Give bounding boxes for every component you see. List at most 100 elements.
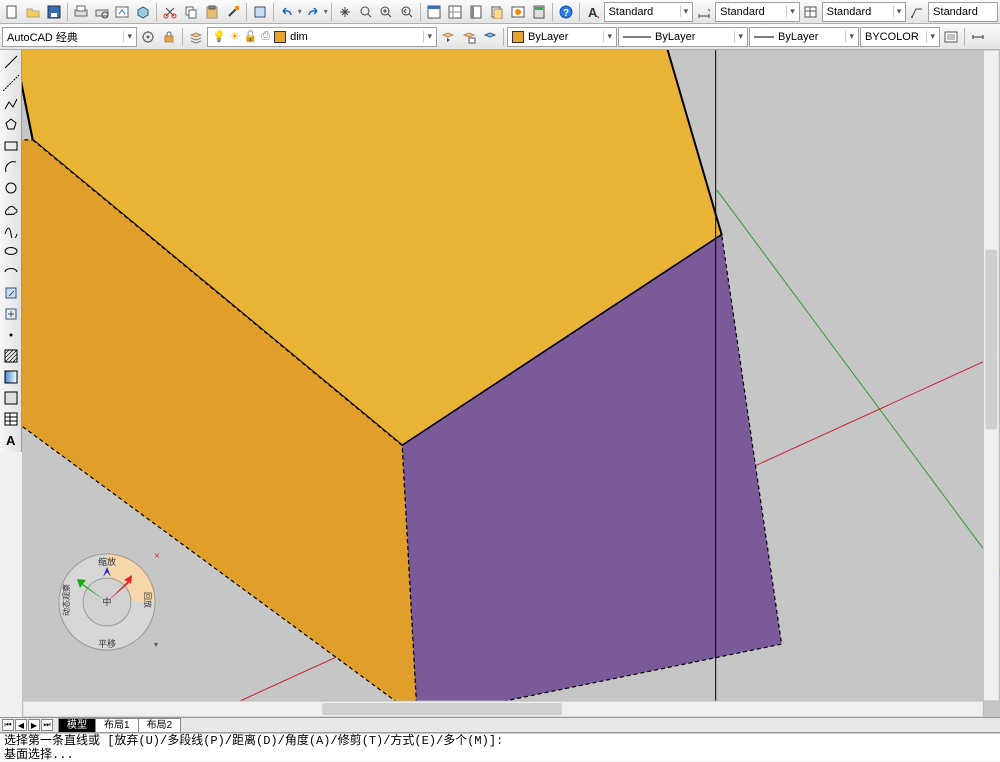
vertical-scrollbar-thumb[interactable]: [985, 250, 997, 430]
linetype-value: ByLayer: [655, 31, 695, 43]
viewport[interactable]: 缩放 平移 动态观察 回放 中 × ▾: [22, 50, 1000, 717]
horizontal-scrollbar-thumb[interactable]: [322, 703, 562, 715]
text-style-1-combo[interactable]: Standard▾: [604, 2, 694, 22]
tab-nav-prev[interactable]: ◀: [15, 719, 27, 731]
toolbar-separator: [420, 3, 421, 21]
table-style-icon[interactable]: [801, 2, 821, 22]
tool-palettes-button[interactable]: [466, 2, 486, 22]
layer-name: dim: [290, 31, 308, 43]
text-style-2-combo[interactable]: Standard▾: [715, 2, 800, 22]
text-style-2-value: Standard: [720, 6, 765, 18]
dim-style-icon[interactable]: [694, 2, 714, 22]
new-file-button[interactable]: [2, 2, 22, 22]
rectangle-tool[interactable]: [1, 136, 21, 156]
ellipse-tool[interactable]: [1, 241, 21, 261]
lineweight-value: ByLayer: [778, 31, 818, 43]
tab-model[interactable]: 模型: [58, 718, 96, 732]
copy-button[interactable]: [181, 2, 201, 22]
make-block-tool[interactable]: [1, 304, 21, 324]
match-properties-button[interactable]: [223, 2, 243, 22]
open-file-button[interactable]: [23, 2, 43, 22]
list-button[interactable]: [941, 27, 961, 47]
layer-isolate-button[interactable]: [480, 27, 500, 47]
insert-block-tool[interactable]: [1, 283, 21, 303]
tab-layout2[interactable]: 布局2: [138, 718, 182, 732]
publish-button[interactable]: [113, 2, 133, 22]
zoom-previous-button[interactable]: [397, 2, 417, 22]
zoom-window-button[interactable]: [377, 2, 397, 22]
layer-states-button[interactable]: [459, 27, 479, 47]
sun-icon: ☀: [230, 30, 240, 43]
save-button[interactable]: [44, 2, 64, 22]
plot-button[interactable]: [71, 2, 91, 22]
linetype-preview-icon: [623, 34, 651, 40]
circle-tool[interactable]: [1, 178, 21, 198]
tab-nav-next[interactable]: ▶: [28, 719, 40, 731]
dimension-linear-button[interactable]: [968, 27, 988, 47]
cut-button[interactable]: [160, 2, 180, 22]
polygon-tool[interactable]: [1, 115, 21, 135]
revision-cloud-tool[interactable]: [1, 199, 21, 219]
calculator-button[interactable]: [529, 2, 549, 22]
workspace-lock-button[interactable]: [159, 27, 179, 47]
block-editor-button[interactable]: [250, 2, 270, 22]
plotstyle-combo[interactable]: BYCOLOR ▾: [860, 27, 940, 47]
arc-tool[interactable]: [1, 157, 21, 177]
multileader-style-icon[interactable]: [907, 2, 927, 22]
mtext-tool[interactable]: A: [1, 430, 21, 450]
layer-color-swatch: [274, 31, 286, 43]
hatch-tool[interactable]: [1, 346, 21, 366]
3d-button[interactable]: [133, 2, 153, 22]
line-tool[interactable]: [1, 52, 21, 72]
plot-preview-button[interactable]: [92, 2, 112, 22]
region-tool[interactable]: [1, 388, 21, 408]
svg-text:A: A: [588, 5, 598, 19]
toolbar-separator: [552, 3, 553, 21]
tab-layout1[interactable]: 布局1: [95, 718, 139, 732]
text-style-4-value: Standard: [933, 6, 978, 18]
lineweight-combo[interactable]: ByLayer ▾: [749, 27, 859, 47]
construction-line-tool[interactable]: [1, 73, 21, 93]
zoom-realtime-button[interactable]: [356, 2, 376, 22]
toolbar-separator: [67, 3, 68, 21]
redo-button[interactable]: [303, 2, 323, 22]
layer-combo[interactable]: 💡 ☀ 🔓 ⎙ dim ▾: [207, 27, 437, 47]
polyline-tool[interactable]: [1, 94, 21, 114]
toolbar-separator: [182, 28, 183, 46]
main-toolbar-row-2: AutoCAD 经典 ▾ 💡 ☀ 🔓 ⎙ dim ▾ ByLayer ▾ ByL…: [0, 24, 1000, 50]
workspace-combo[interactable]: AutoCAD 经典 ▾: [2, 27, 137, 47]
ellipse-arc-tool[interactable]: [1, 262, 21, 282]
workspace-settings-button[interactable]: [138, 27, 158, 47]
gradient-tool[interactable]: [1, 367, 21, 387]
tab-nav-first[interactable]: ⏮: [2, 719, 14, 731]
text-style-3-combo[interactable]: Standard▾: [822, 2, 907, 22]
command-line-area[interactable]: 选择第一条直线或 [放弃(U)/多段线(P)/距离(D)/角度(A)/修剪(T)…: [0, 733, 1000, 761]
paste-button[interactable]: [202, 2, 222, 22]
help-button[interactable]: ?: [556, 2, 576, 22]
svg-text:A: A: [6, 433, 16, 448]
sheet-set-button[interactable]: [487, 2, 507, 22]
tab-model-label: 模型: [67, 720, 87, 731]
color-combo[interactable]: ByLayer ▾: [507, 27, 617, 47]
text-style-4-combo[interactable]: Standard: [928, 2, 998, 22]
pan-button[interactable]: [335, 2, 355, 22]
command-history-line: 选择第一条直线或 [放弃(U)/多段线(P)/距离(D)/角度(A)/修剪(T)…: [0, 734, 1000, 748]
toolbar-separator: [331, 3, 332, 21]
text-style-1-value: Standard: [609, 6, 654, 18]
drawing-canvas[interactable]: [22, 50, 1000, 717]
design-center-button[interactable]: [445, 2, 465, 22]
text-style-icon[interactable]: A: [583, 2, 603, 22]
table-tool[interactable]: [1, 409, 21, 429]
plotstyle-value: BYCOLOR: [865, 31, 919, 43]
tab-nav-last[interactable]: ⏭: [41, 719, 53, 731]
color-value: ByLayer: [528, 31, 568, 43]
undo-button[interactable]: [277, 2, 297, 22]
layout-tabs-bar: ⏮ ◀ ▶ ⏭ 模型 布局1 布局2: [0, 717, 1000, 733]
point-tool[interactable]: [1, 325, 21, 345]
markup-button[interactable]: [508, 2, 528, 22]
layer-previous-button[interactable]: [438, 27, 458, 47]
spline-tool[interactable]: [1, 220, 21, 240]
properties-button[interactable]: [424, 2, 444, 22]
linetype-combo[interactable]: ByLayer ▾: [618, 27, 748, 47]
layer-manager-button[interactable]: [186, 27, 206, 47]
